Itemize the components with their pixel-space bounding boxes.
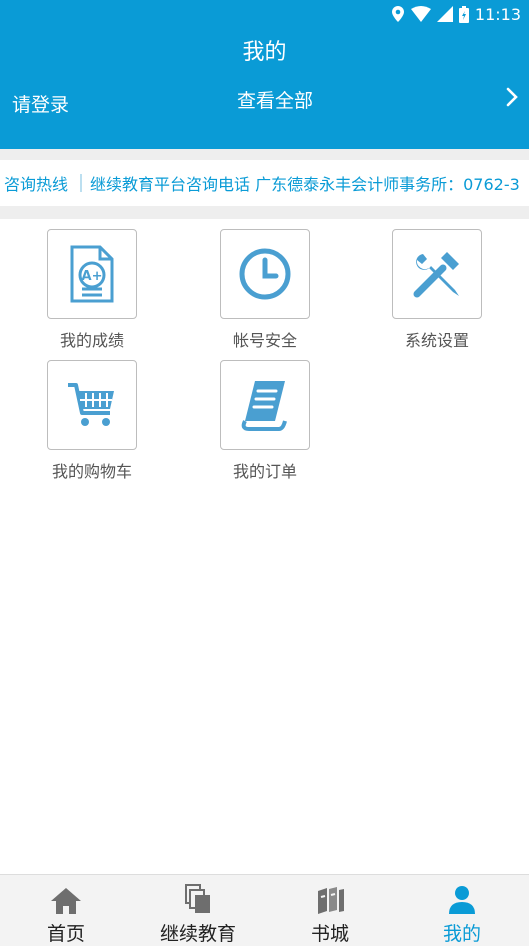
grid-item-label: 我的成绩: [59, 331, 124, 350]
user-icon: [449, 886, 475, 914]
cart-icon: [68, 383, 114, 426]
nav-item-mine[interactable]: 我的: [396, 881, 528, 946]
grid-item-account-security[interactable]: 帐号安全: [205, 229, 325, 351]
grid-item-settings[interactable]: 系统设置: [377, 229, 497, 351]
location-icon: [391, 6, 404, 22]
clock-icon: [239, 248, 291, 300]
home-icon: [51, 888, 81, 914]
hotline-text: 继续教育平台咨询电话 广东德泰永丰会计师事务所：0762-3: [90, 175, 520, 194]
grid-item-box[interactable]: [220, 229, 310, 319]
grid-item-cart[interactable]: 我的购物车: [32, 360, 152, 482]
hotline-label: 咨询热线: [4, 175, 69, 194]
grade-icon: A+: [70, 245, 114, 303]
login-link[interactable]: 请登录: [12, 90, 69, 117]
grid-item-label: 我的购物车: [51, 462, 132, 481]
grid-item-box[interactable]: A+: [47, 229, 137, 319]
chevron-right-icon[interactable]: [505, 86, 519, 108]
nav-label: 我的: [442, 923, 481, 945]
signal-icon: [436, 6, 453, 22]
nav-item-home[interactable]: 首页: [0, 881, 132, 946]
order-icon: [241, 381, 287, 431]
grid-item-label: 帐号安全: [232, 331, 297, 350]
grid-item-orders[interactable]: 我的订单: [205, 360, 325, 482]
nav-label: 继续教育: [159, 923, 236, 945]
view-all-link[interactable]: 查看全部: [237, 86, 313, 113]
tools-icon: [413, 252, 459, 298]
grid-item-box[interactable]: [392, 229, 482, 319]
nav-label: 书城: [310, 923, 349, 945]
books-icon: [318, 887, 344, 914]
hotline-section: 咨询热线 继续教育平台咨询电话 广东德泰永丰会计师事务所：0762-3: [0, 149, 529, 219]
grid-item-box[interactable]: [220, 360, 310, 450]
status-time: 11:13: [474, 4, 521, 24]
courses-icon: [185, 884, 210, 913]
nav-item-bookstore[interactable]: 书城: [264, 881, 396, 946]
status-bar: 11:13: [391, 4, 521, 24]
wifi-icon: [410, 6, 431, 22]
grid-item-grades[interactable]: A+ 我的成绩: [32, 229, 152, 351]
battery-icon: [458, 5, 469, 23]
page-title: 我的: [242, 40, 287, 65]
grid-item-label: 系统设置: [404, 331, 469, 350]
hotline-bar: 咨询热线 继续教育平台咨询电话 广东德泰永丰会计师事务所：0762-3: [0, 160, 529, 206]
hotline-divider: [80, 174, 83, 192]
grid-item-box[interactable]: [47, 360, 137, 450]
grid-item-label: 我的订单: [232, 462, 297, 481]
nav-item-continuing-education[interactable]: 继续教育: [132, 881, 264, 946]
header: 11:13 我的 请登录 查看全部: [0, 0, 529, 149]
svg-text:A+: A+: [82, 269, 103, 284]
nav-label: 首页: [46, 923, 85, 945]
bottom-nav: 首页 继续教育 书城 我的: [0, 874, 529, 946]
